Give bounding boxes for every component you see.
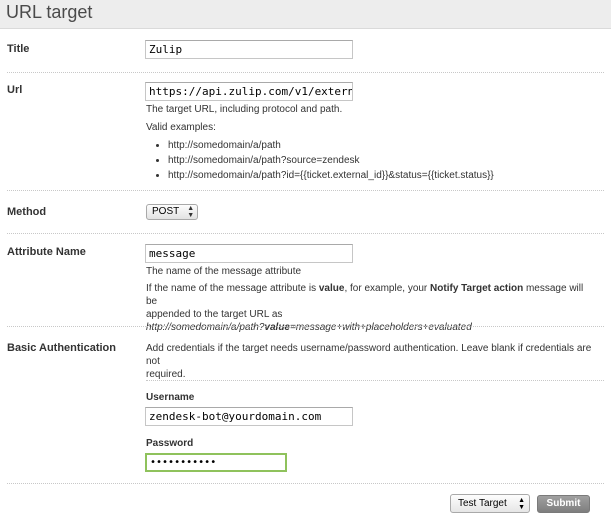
desc-example-text: http://somedomain/a/path?: [146, 322, 265, 333]
attribute-name-label: Attribute Name: [7, 246, 86, 258]
divider: [7, 190, 604, 191]
title-input[interactable]: Zulip: [145, 40, 353, 59]
attribute-description-line2: appended to the target URL as: [146, 309, 283, 320]
url-examples-heading: Valid examples:: [146, 122, 216, 133]
password-input[interactable]: •••••••••••: [145, 453, 287, 472]
basic-auth-help: Add credentials if the target needs user…: [146, 342, 596, 381]
url-examples-list: http://somedomain/a/path http://somedoma…: [146, 138, 494, 183]
test-target-select[interactable]: Test Target ▲ ▼: [450, 494, 530, 513]
list-item: http://somedomain/a/path?id={{ticket.ext…: [168, 168, 494, 183]
basic-auth-label: Basic Authentication: [7, 342, 116, 354]
basic-auth-help-line1: Add credentials if the target needs user…: [146, 343, 592, 367]
desc-bold-value: value: [318, 283, 345, 294]
username-label: Username: [146, 392, 195, 403]
page-title: URL target: [6, 2, 93, 22]
select-arrows-icon: ▲ ▼: [518, 497, 525, 511]
desc-text: If the name of the message attribute is: [146, 283, 319, 294]
list-item: http://somedomain/a/path: [168, 138, 494, 153]
method-select[interactable]: POST ▲ ▼: [146, 204, 199, 220]
username-input[interactable]: zendesk-bot@yourdomain.com: [145, 407, 353, 426]
method-select-value: POST: [152, 206, 180, 217]
attribute-name-input[interactable]: message: [145, 244, 353, 263]
page-header: URL target: [0, 0, 611, 29]
list-item: http://somedomain/a/path?source=zendesk: [168, 153, 494, 168]
divider: [7, 483, 604, 484]
select-arrows-icon: ▲ ▼: [187, 205, 195, 219]
url-help: The target URL, including protocol and p…: [146, 104, 343, 115]
divider: [7, 72, 604, 73]
password-label: Password: [146, 438, 194, 449]
attribute-help: The name of the message attribute: [146, 266, 302, 277]
submit-button[interactable]: Submit: [537, 495, 590, 513]
desc-text: , for example, your: [344, 283, 431, 294]
url-label: Url: [7, 84, 23, 96]
url-input[interactable]: https://api.zulip.com/v1/external/zendes…: [145, 82, 353, 101]
title-label: Title: [7, 43, 30, 55]
attribute-description-line1: If the name of the message attribute is …: [146, 282, 596, 308]
test-target-label: Test Target: [458, 498, 507, 509]
divider: [146, 380, 604, 381]
desc-bold-action: Notify Target action: [430, 283, 524, 294]
desc-example-bold: value: [264, 322, 290, 333]
desc-example-text: =message+with+placeholders+evaluated: [290, 322, 472, 333]
method-label: Method: [7, 206, 47, 218]
divider: [7, 326, 604, 327]
attribute-description-example: http://somedomain/a/path?value=message+w…: [146, 321, 596, 334]
divider: [7, 233, 604, 234]
